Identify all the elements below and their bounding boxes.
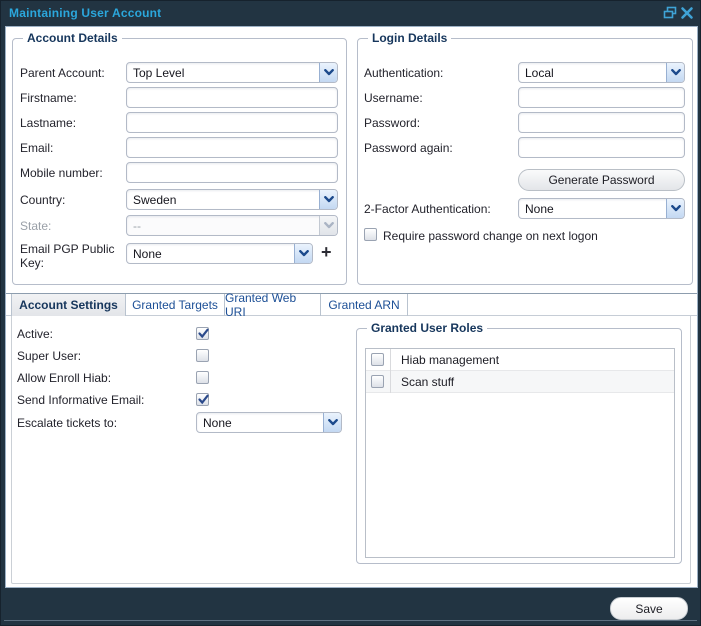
allow-enroll-hiab-label: Allow Enroll Hiab: — [17, 371, 111, 385]
parent-account-select[interactable]: Top Level — [126, 62, 338, 83]
mobile-number-field[interactable] — [126, 162, 338, 183]
super-user-checkbox[interactable] — [196, 349, 209, 362]
send-informative-email-checkbox[interactable] — [196, 393, 209, 406]
country-label: Country: — [20, 193, 65, 207]
role-row-hiab-management[interactable]: Hiab management — [366, 349, 674, 371]
window-bottom-edge — [4, 620, 697, 621]
granted-user-roles-list: Hiab management Scan stuff — [365, 348, 675, 558]
tab-granted-targets[interactable]: Granted Targets — [126, 294, 225, 316]
close-icon[interactable] — [680, 6, 694, 20]
chevron-down-icon[interactable] — [666, 199, 684, 218]
generate-password-button[interactable]: Generate Password — [518, 169, 685, 191]
country-select[interactable]: Sweden — [126, 189, 338, 210]
chevron-down-icon[interactable] — [294, 244, 312, 263]
titlebar: Maintaining User Account — [1, 1, 700, 26]
username-label: Username: — [364, 91, 423, 105]
password-field[interactable] — [518, 112, 685, 133]
chevron-down-icon[interactable] — [319, 190, 337, 209]
email-field[interactable] — [126, 137, 338, 158]
chevron-down-icon[interactable] — [323, 413, 341, 432]
tab-bar: Account Settings Granted Targets Granted… — [6, 293, 697, 316]
granted-user-roles-legend: Granted User Roles — [367, 321, 487, 335]
email-label: Email: — [20, 141, 53, 155]
active-label: Active: — [17, 327, 53, 341]
role-label: Hiab management — [391, 353, 499, 367]
username-field[interactable] — [518, 87, 685, 108]
role-checkbox-hiab-management[interactable] — [371, 353, 384, 366]
role-row-scan-stuff[interactable]: Scan stuff — [366, 371, 674, 393]
require-password-change-label: Require password change on next logon — [383, 229, 598, 243]
parent-account-label: Parent Account: — [20, 66, 105, 80]
role-checkbox-scan-stuff[interactable] — [371, 375, 384, 388]
chevron-down-icon — [319, 216, 337, 235]
add-pgp-key-icon[interactable]: + — [321, 245, 332, 260]
account-details-legend: Account Details — [23, 31, 122, 45]
restore-icon[interactable] — [663, 6, 677, 20]
tab-granted-web-uri[interactable]: Granted Web URI — [225, 294, 321, 316]
password-again-label: Password again: — [364, 141, 453, 155]
login-details-fieldset: Login Details Authentication: Local User… — [357, 38, 693, 285]
two-factor-authentication-select[interactable]: None — [518, 198, 685, 219]
lastname-label: Lastname: — [20, 116, 76, 130]
super-user-label: Super User: — [17, 349, 81, 363]
tab-account-settings[interactable]: Account Settings — [11, 294, 126, 317]
login-details-legend: Login Details — [368, 31, 451, 45]
granted-user-roles-fieldset: Granted User Roles Hiab management — [356, 328, 682, 564]
escalate-tickets-select[interactable]: None — [196, 412, 342, 433]
chevron-down-icon[interactable] — [666, 63, 684, 82]
window-body: Account Details Parent Account: Top Leve… — [5, 26, 698, 588]
mobile-number-label: Mobile number: — [20, 166, 103, 180]
require-password-change-checkbox[interactable] — [364, 228, 377, 241]
two-factor-authentication-label: 2-Factor Authentication: — [364, 202, 491, 216]
window-title: Maintaining User Account — [9, 6, 161, 20]
send-informative-email-label: Send Informative Email: — [17, 393, 144, 407]
account-details-fieldset: Account Details Parent Account: Top Leve… — [12, 38, 347, 285]
allow-enroll-hiab-checkbox[interactable] — [196, 371, 209, 384]
tab-granted-arn[interactable]: Granted ARN — [321, 294, 408, 316]
authentication-label: Authentication: — [364, 66, 443, 80]
password-label: Password: — [364, 116, 420, 130]
active-checkbox[interactable] — [196, 327, 209, 340]
email-pgp-public-key-label: Email PGP Public Key: — [20, 242, 120, 270]
state-select: -- — [126, 215, 338, 236]
firstname-label: Firstname: — [20, 91, 77, 105]
email-pgp-public-key-select[interactable]: None — [126, 243, 313, 264]
authentication-select[interactable]: Local — [518, 62, 685, 83]
state-label: State: — [20, 219, 51, 233]
firstname-field[interactable] — [126, 87, 338, 108]
escalate-tickets-label: Escalate tickets to: — [17, 416, 117, 430]
save-button[interactable]: Save — [610, 597, 688, 620]
chevron-down-icon[interactable] — [319, 63, 337, 82]
maintaining-user-account-window: Maintaining User Account Account Details… — [0, 0, 701, 626]
lastname-field[interactable] — [126, 112, 338, 133]
role-label: Scan stuff — [391, 375, 454, 389]
password-again-field[interactable] — [518, 137, 685, 158]
